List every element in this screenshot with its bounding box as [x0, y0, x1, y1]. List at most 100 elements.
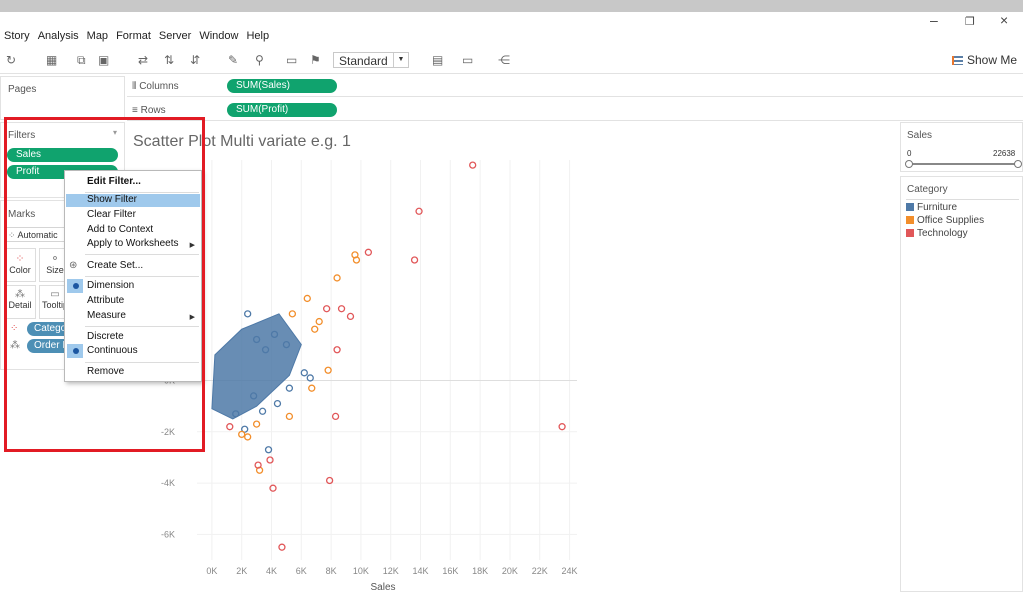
menu-server[interactable]: Server [159, 30, 191, 46]
scatter-point [415, 207, 423, 215]
x-tick-label: 4K [266, 566, 277, 576]
toolbar [0, 47, 1023, 74]
refresh-icon[interactable]: ↻ [6, 53, 16, 67]
scatter-point [269, 484, 277, 492]
legend-swatch [906, 229, 914, 238]
x-tick-label: 20K [502, 566, 518, 576]
x-tick-label: 10K [353, 566, 369, 576]
legend-item-office-supplies[interactable]: Office Supplies [906, 215, 984, 226]
show-me-button[interactable]: Show Me [952, 53, 1017, 67]
labels-icon[interactable]: ▭ [286, 53, 297, 67]
scatter-point [285, 384, 294, 392]
show-cards-icon[interactable]: ▤ [432, 53, 443, 67]
share-icon[interactable]: ⋲ [498, 53, 510, 67]
rows-pill-sum-profit[interactable]: SUM(Profit) [227, 103, 337, 117]
clear-sheet-icon[interactable]: ▣ [98, 53, 109, 67]
group-icon[interactable]: ⚲ [255, 53, 264, 67]
columns-shelf[interactable]: ⦀ Columns SUM(Sales) [127, 76, 1023, 97]
columns-label: ⦀ Columns [132, 81, 179, 92]
legend-divider [906, 199, 1019, 200]
x-tick-label: 22K [532, 566, 548, 576]
duplicate-sheet-icon[interactable]: ⧉ [77, 53, 86, 68]
legend-item-furniture[interactable]: Furniture [906, 202, 957, 213]
dense-point-cluster [211, 313, 302, 420]
scatter-point [303, 294, 311, 303]
scatter-point [324, 366, 332, 374]
menu-format[interactable]: Format [116, 30, 151, 46]
rows-shelf[interactable]: ≡ Rows SUM(Profit) [127, 100, 1023, 121]
scatter-point [346, 312, 355, 321]
sales-filter-max: 22638 [993, 149, 1016, 158]
new-worksheet-icon[interactable]: ▦ [46, 53, 57, 67]
scatter-point [333, 346, 341, 354]
scatter-point [244, 310, 252, 318]
sales-filter-card[interactable]: Sales 0 22638 [900, 122, 1023, 172]
title-bar [0, 0, 1023, 12]
sales-slider-max-handle[interactable] [1014, 160, 1022, 168]
columns-pill-sum-sales[interactable]: SUM(Sales) [227, 79, 337, 93]
scatter-points [211, 161, 566, 551]
sales-filter-min: 0 [907, 149, 912, 158]
legend-swatch [906, 203, 914, 212]
presentation-icon[interactable]: ▭ [462, 53, 473, 67]
swap-axes-icon[interactable]: ⇄ [138, 53, 148, 67]
x-tick-label: 2K [236, 566, 247, 576]
rows-icon: ≡ [132, 105, 141, 116]
menu-help[interactable]: Help [246, 30, 269, 46]
sort-ascending-icon[interactable]: ⇅ [164, 53, 174, 67]
scatter-point [469, 161, 477, 169]
scatter-point [410, 256, 419, 264]
scatter-point [308, 384, 316, 392]
restore-icon[interactable]: ❐ [965, 15, 975, 28]
scatter-point [337, 305, 346, 313]
x-tick-label: 24K [562, 566, 578, 576]
scatter-point [273, 399, 282, 408]
x-tick-label: 6K [296, 566, 307, 576]
menu-window[interactable]: Window [199, 30, 238, 46]
scatter-point [558, 423, 566, 431]
x-tick-label: 18K [472, 566, 488, 576]
rows-label: ≡ Rows [132, 105, 166, 116]
pages-panel: Pages [0, 76, 125, 120]
scatter-point [278, 543, 286, 551]
scatter-point [258, 407, 267, 415]
scatter-point [300, 369, 308, 377]
x-axis-label: Sales [370, 582, 395, 592]
scatter-point [264, 446, 273, 454]
show-me-icon [952, 56, 963, 66]
scatter-point [226, 423, 234, 431]
x-tick-label: 8K [326, 566, 337, 576]
scatter-point [331, 412, 340, 421]
chevron-down-icon: ▼ [393, 53, 408, 67]
minimize-icon[interactable]: – [930, 12, 938, 28]
scatter-point [288, 310, 297, 318]
menu-story[interactable]: Story [4, 30, 30, 46]
x-tick-label: 16K [442, 566, 458, 576]
y-tick-label: -4K [161, 478, 175, 488]
scatter-point [333, 274, 341, 282]
legend-swatch [906, 216, 914, 225]
legend-item-technology[interactable]: Technology [906, 228, 968, 239]
sort-descending-icon[interactable]: ⇵ [190, 53, 200, 67]
scatter-point [322, 305, 331, 313]
sales-slider-min-handle[interactable] [905, 160, 913, 168]
fit-select[interactable]: Standard ▼ [333, 52, 409, 68]
x-tick-label: 12K [383, 566, 399, 576]
pages-title: Pages [8, 84, 37, 95]
scatter-point [364, 248, 373, 256]
close-icon[interactable]: × [1000, 12, 1008, 28]
scatter-point [285, 412, 294, 421]
show-me-label: Show Me [967, 53, 1018, 67]
scatter-point [266, 456, 274, 464]
menu-map[interactable]: Map [87, 30, 108, 46]
scatter-point [315, 317, 323, 326]
pin-icon[interactable]: ⚑ [310, 53, 321, 67]
highlight-icon[interactable]: ✎ [228, 53, 238, 67]
annotation-highlight-box [4, 117, 205, 452]
scatter-plot[interactable]: 0K2K4K6K8K10K12K14K16K18K20K22K24K0K-2K-… [127, 150, 898, 592]
scatter-point [252, 420, 261, 428]
menu-analysis[interactable]: Analysis [38, 30, 79, 46]
sales-filter-title: Sales [907, 130, 933, 141]
legend-title: Category [907, 184, 948, 195]
sales-range-slider[interactable] [907, 163, 1019, 165]
